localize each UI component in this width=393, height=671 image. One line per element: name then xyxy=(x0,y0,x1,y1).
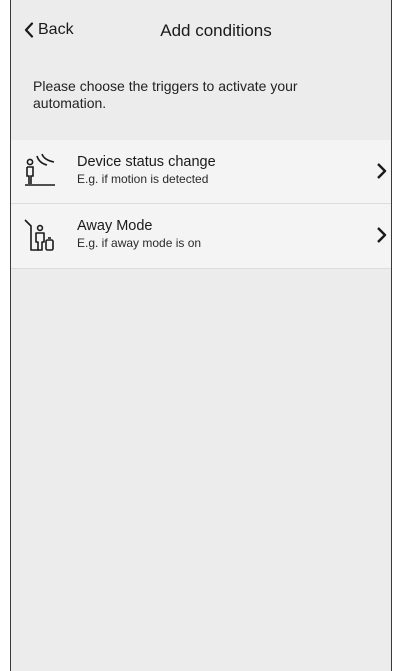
app-screen: Back Add conditions Please choose the tr… xyxy=(10,0,392,671)
condition-subtitle: E.g. if motion is detected xyxy=(77,172,209,186)
header-bar: Back Add conditions xyxy=(11,18,391,48)
condition-away-mode[interactable]: Away Mode E.g. if away mode is on xyxy=(11,204,391,269)
page-title: Add conditions xyxy=(160,21,272,40)
chevron-right-icon xyxy=(377,227,387,243)
condition-device-status-change[interactable]: Device status change E.g. if motion is d… xyxy=(11,140,391,204)
motion-sensor-icon xyxy=(25,153,55,186)
condition-title: Device status change xyxy=(77,154,216,170)
condition-title: Away Mode xyxy=(77,218,153,234)
conditions-list: Device status change E.g. if motion is d… xyxy=(11,140,391,269)
condition-subtitle: E.g. if away mode is on xyxy=(77,236,202,250)
chevron-right-icon xyxy=(377,163,387,179)
away-mode-icon xyxy=(24,219,54,251)
intro-text: Please choose the triggers to activate y… xyxy=(33,78,298,111)
